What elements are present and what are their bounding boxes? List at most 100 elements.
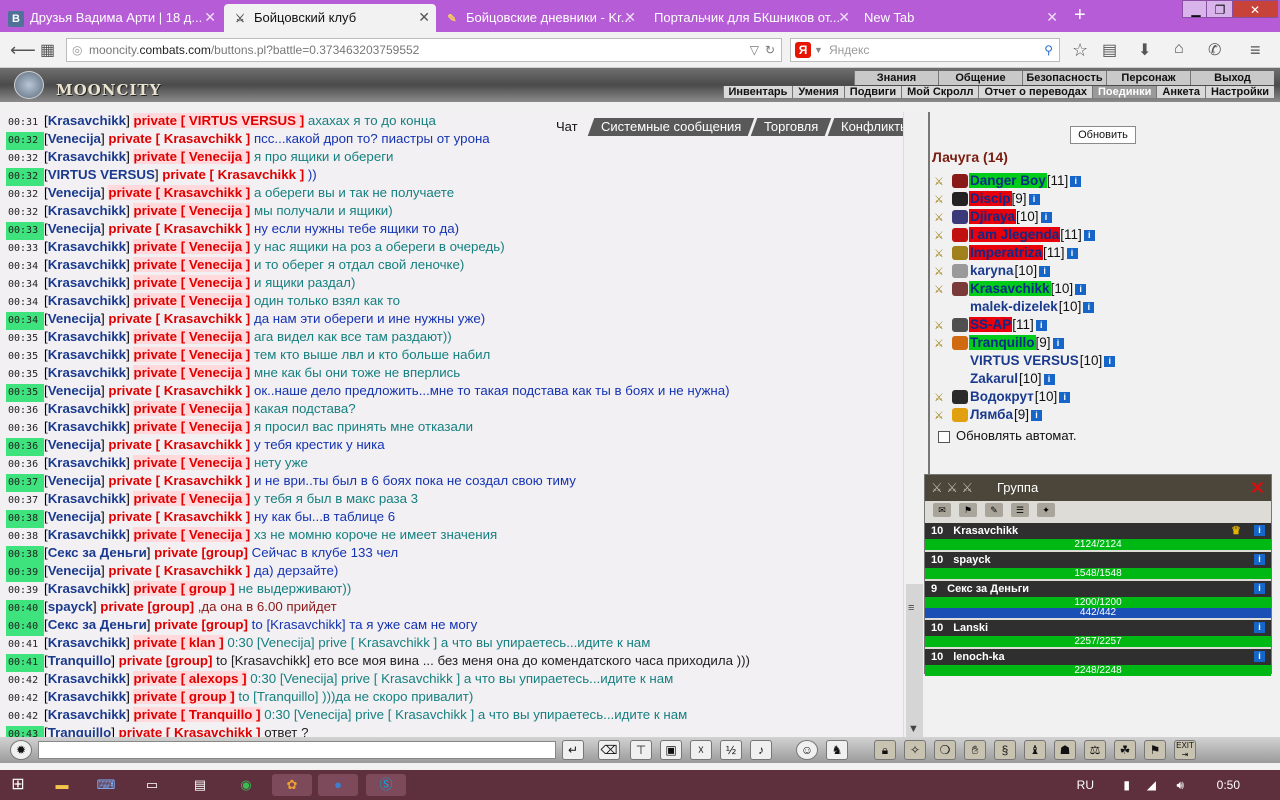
player-row[interactable]: ⚔ SS-AP[11] i <box>934 316 1115 334</box>
info-icon[interactable]: i <box>1039 265 1051 277</box>
chat-private-tag[interactable]: private [ Venecija ] <box>133 275 251 290</box>
chat-sender[interactable]: Venecija <box>48 311 101 326</box>
group-member[interactable]: 10 Krasavchikk ♛ i 2124/2124 <box>925 523 1271 550</box>
chat-scrollbar[interactable]: ≡ ▼ <box>903 112 925 747</box>
chevron-down-icon[interactable]: ▼ <box>814 39 823 61</box>
chat-private-tag[interactable]: private [ Venecija ] <box>133 293 251 308</box>
info-icon[interactable]: i <box>1040 211 1052 223</box>
group-tool-icon[interactable]: ☰ <box>1011 503 1029 517</box>
dropdown-icon[interactable]: ▽ <box>750 39 759 61</box>
group-tool-icon[interactable]: ✉ <box>933 503 951 517</box>
restore-icon[interactable]: ❐ <box>1206 0 1234 18</box>
taskbar-clock[interactable]: 0:50 <box>1217 778 1240 792</box>
back-icon[interactable]: ⟵ <box>10 40 36 61</box>
volume-icon[interactable]: 🔊︎ <box>1176 778 1184 793</box>
chat-timestamp[interactable]: 00:43 <box>6 726 44 737</box>
attack-crossed-swords-icon[interactable]: ⚔ <box>934 227 952 245</box>
submenu-battles[interactable]: Поединки <box>1091 86 1157 98</box>
chat-sender[interactable]: VIRTUS VERSUS <box>48 167 155 182</box>
player-name[interactable]: SS-AP <box>969 317 1013 332</box>
group-tool-icon[interactable]: ✎ <box>985 503 1003 517</box>
chat-sender[interactable]: spayck <box>48 599 93 614</box>
info-icon[interactable]: i <box>1254 554 1265 565</box>
bookmark-star-icon[interactable]: ☆ <box>1072 40 1088 61</box>
attack-crossed-swords-icon[interactable]: ⚔ <box>934 389 952 407</box>
info-icon[interactable]: i <box>1028 193 1040 205</box>
reading-list-icon[interactable]: ▤ <box>1102 40 1117 60</box>
scroll-down-icon[interactable]: ▼ <box>908 723 919 735</box>
info-icon[interactable]: i <box>1083 301 1095 313</box>
menu-knowledge[interactable]: Знания <box>854 71 938 85</box>
chat-sender[interactable]: Krasavchikk <box>48 293 126 308</box>
chat-private-tag[interactable]: private [ Krasavchikk ] <box>108 563 250 578</box>
submenu-scroll[interactable]: Мой Скролл <box>901 86 978 98</box>
chat-private-tag[interactable]: private [ Venecija ] <box>133 455 251 470</box>
submenu-inventory[interactable]: Инвентарь <box>722 86 793 98</box>
chat-sender[interactable]: Venecija <box>48 221 101 236</box>
player-name[interactable]: Tranquillo <box>969 335 1036 350</box>
attack-crossed-swords-icon[interactable]: ⚔ <box>934 173 952 191</box>
attack-crossed-swords-icon[interactable]: ⚔ <box>934 335 952 353</box>
chat-sender[interactable]: Venecija <box>48 563 101 578</box>
chat-private-tag[interactable]: private [ Krasavchikk ] <box>108 383 250 398</box>
submenu-settings[interactable]: Настройки <box>1204 86 1274 98</box>
group-member[interactable]: 9 Секс за Деньги i 1200/1200 442/442 <box>925 581 1271 618</box>
close-icon[interactable]: ✕ <box>204 9 216 26</box>
window-close-icon[interactable]: ✕ <box>1232 0 1278 18</box>
member-name[interactable]: Lanski <box>953 622 988 634</box>
player-name[interactable]: Krasavchikk <box>969 281 1051 296</box>
member-name[interactable]: lenoch-ka <box>953 651 1004 663</box>
player-row[interactable]: ⚔ Imperatriza[11] i <box>934 244 1115 262</box>
chat-sender[interactable]: Krasavchikk <box>48 419 126 434</box>
chat-sender[interactable]: Krasavchikk <box>48 329 126 344</box>
globe-app-icon[interactable]: ● <box>318 774 358 796</box>
chat-sender[interactable]: Krasavchikk <box>48 707 126 722</box>
search-icon[interactable]: ⚲ <box>1044 39 1053 61</box>
flag-icon[interactable]: ⚑ <box>1144 740 1166 760</box>
chat-private-tag[interactable]: private [ Krasavchikk ] <box>108 509 250 524</box>
player-name[interactable]: karyna <box>969 263 1015 278</box>
player-name[interactable]: I am Jlegenda <box>969 227 1061 242</box>
wifi-signal-icon[interactable]: ◢ <box>1147 778 1156 792</box>
magic-icon[interactable]: ✧ <box>904 740 926 760</box>
chat-private-tag[interactable]: private [ Krasavchikk ] <box>119 725 261 737</box>
member-name[interactable]: Krasavchikk <box>953 525 1018 537</box>
group-tool-icon[interactable]: ⚑ <box>959 503 977 517</box>
bag-icon[interactable]: ❍ <box>934 740 956 760</box>
home-icon[interactable]: ⌂ <box>1174 40 1184 58</box>
player-row[interactable]: Zakarul[10] i <box>934 370 1115 388</box>
attack-crossed-swords-icon[interactable]: ⚔ <box>934 191 952 209</box>
attack-crossed-swords-icon[interactable]: ⚔ <box>934 263 952 281</box>
smile-gear-icon[interactable]: ✹ <box>10 740 32 760</box>
helmet-icon[interactable]: ♞ <box>826 740 848 760</box>
group-icon[interactable]: ☘ <box>1114 740 1136 760</box>
chat-private-tag[interactable]: private [ Krasavchikk ] <box>108 185 251 200</box>
chat-sender[interactable]: Krasavchikk <box>48 671 126 686</box>
chat-private-tag[interactable]: private [ Venecija ] <box>133 149 251 164</box>
close-icon[interactable]: ✕ <box>418 9 430 26</box>
player-row[interactable]: VIRTUS VERSUS[10] i <box>934 352 1116 370</box>
player-name[interactable]: Водокрут <box>969 389 1035 404</box>
close-icon[interactable]: ✕ <box>1250 475 1265 501</box>
close-icon[interactable]: ✕ <box>1046 9 1058 26</box>
attack-crossed-swords-icon[interactable]: ⚔ <box>934 245 952 263</box>
submenu-profile[interactable]: Анкета <box>1156 86 1205 98</box>
chat-private-tag[interactable]: private [ Venecija ] <box>133 203 251 218</box>
close-icon[interactable]: ✕ <box>838 9 850 26</box>
info-icon[interactable]: i <box>1043 373 1055 385</box>
browser-tab[interactable]: ✎ Бойцовские дневники - Kr... ✕ <box>436 4 642 32</box>
eraser-icon[interactable]: ⌫ <box>598 740 620 760</box>
chat-sender[interactable]: Krasavchikk <box>48 149 126 164</box>
chat-private-tag[interactable]: private [ Venecija ] <box>133 347 251 362</box>
menu-character[interactable]: Персонаж <box>1106 71 1190 85</box>
chat-sender[interactable]: Krasavchikk <box>48 257 126 272</box>
address-bar[interactable]: ◎ mooncity.combats.com/buttons.pl?battle… <box>66 38 782 62</box>
info-icon[interactable]: i <box>1254 651 1265 662</box>
player-row[interactable]: ⚔ Водокрут[10] i <box>934 388 1115 406</box>
skype-icon[interactable]: Ⓢ <box>366 774 406 796</box>
info-icon[interactable]: i <box>1031 409 1043 421</box>
info-icon[interactable]: i <box>1254 622 1265 633</box>
mask-icon[interactable]: ☗ <box>1054 740 1076 760</box>
chat-private-tag[interactable]: private [group] <box>100 599 194 614</box>
fighter-icon[interactable]: ☓ <box>690 740 712 760</box>
